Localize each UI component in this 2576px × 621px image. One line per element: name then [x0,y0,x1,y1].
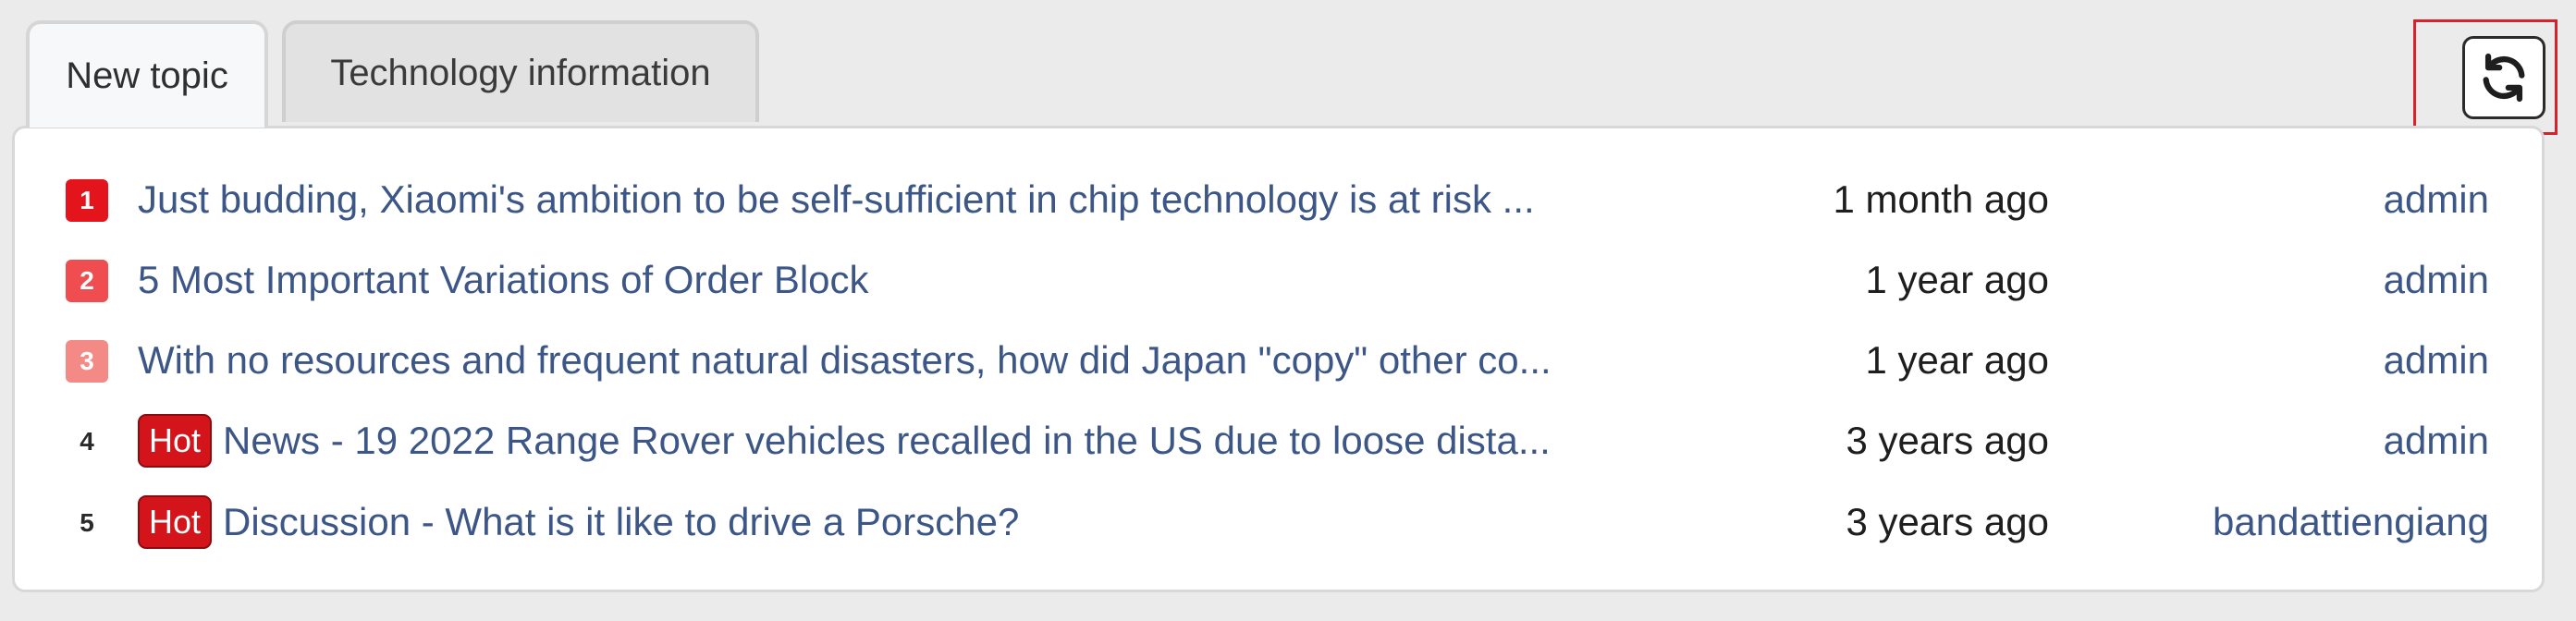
topic-widget: New topic Technology information 1 Just … [0,0,2576,621]
list-item: 2 5 Most Important Variations of Order B… [15,248,2542,312]
tab-new-topic-label: New topic [66,55,228,96]
rank-number: 4 [80,427,94,456]
topic-time: 1 year ago [1865,338,2049,382]
rank-badge: 2 [66,260,108,302]
tab-technology-information[interactable]: Technology information [282,20,759,122]
list-item: 3 With no resources and frequent natural… [15,328,2542,393]
topic-author-link[interactable]: admin [2384,328,2489,393]
topic-author-link[interactable]: admin [2384,167,2489,232]
topic-author-link[interactable]: admin [2384,408,2489,473]
topic-title-text: With no resources and frequent natural d… [138,338,1552,382]
rank-badge: 3 [66,340,108,383]
topic-author-link[interactable]: admin [2384,248,2489,312]
topic-title-link[interactable]: Just budding, Xiaomi's ambition to be se… [138,167,1626,232]
rank-badge: 1 [66,179,108,222]
topic-title-text: Discussion - What is it like to drive a … [223,500,1020,543]
hot-badge: Hot [138,495,213,549]
topic-time: 1 month ago [1833,177,2049,221]
topic-list-panel: 1 Just budding, Xiaomi's ambition to be … [12,126,2545,592]
list-item: 5 Hot Discussion - What is it like to dr… [15,490,2542,554]
tab-new-topic[interactable]: New topic [26,20,268,128]
refresh-button[interactable] [2462,36,2545,119]
topic-title-link[interactable]: Hot News - 19 2022 Range Rover vehicles … [138,408,1603,473]
topic-title-link[interactable]: 5 Most Important Variations of Order Blo… [138,248,1626,312]
topic-author-link[interactable]: bandattiengiang [2213,490,2489,554]
topic-time: 1 year ago [1865,258,2049,301]
topic-title-link[interactable]: Hot Discussion - What is it like to driv… [138,490,1626,554]
rank-number: 5 [80,508,94,537]
topic-title-text: News - 19 2022 Range Rover vehicles reca… [223,419,1551,462]
topic-time: 3 years ago [1846,500,2049,543]
hot-badge: Hot [138,414,213,468]
topic-title-link[interactable]: With no resources and frequent natural d… [138,328,1626,393]
tab-technology-information-label: Technology information [330,52,711,93]
topic-title-text: Just budding, Xiaomi's ambition to be se… [138,177,1535,221]
list-item: 1 Just budding, Xiaomi's ambition to be … [15,167,2542,232]
refresh-icon [2483,53,2525,103]
topic-title-text: 5 Most Important Variations of Order Blo… [138,258,869,301]
topic-time: 3 years ago [1846,419,2049,462]
list-item: 4 Hot News - 19 2022 Range Rover vehicle… [15,408,2542,473]
